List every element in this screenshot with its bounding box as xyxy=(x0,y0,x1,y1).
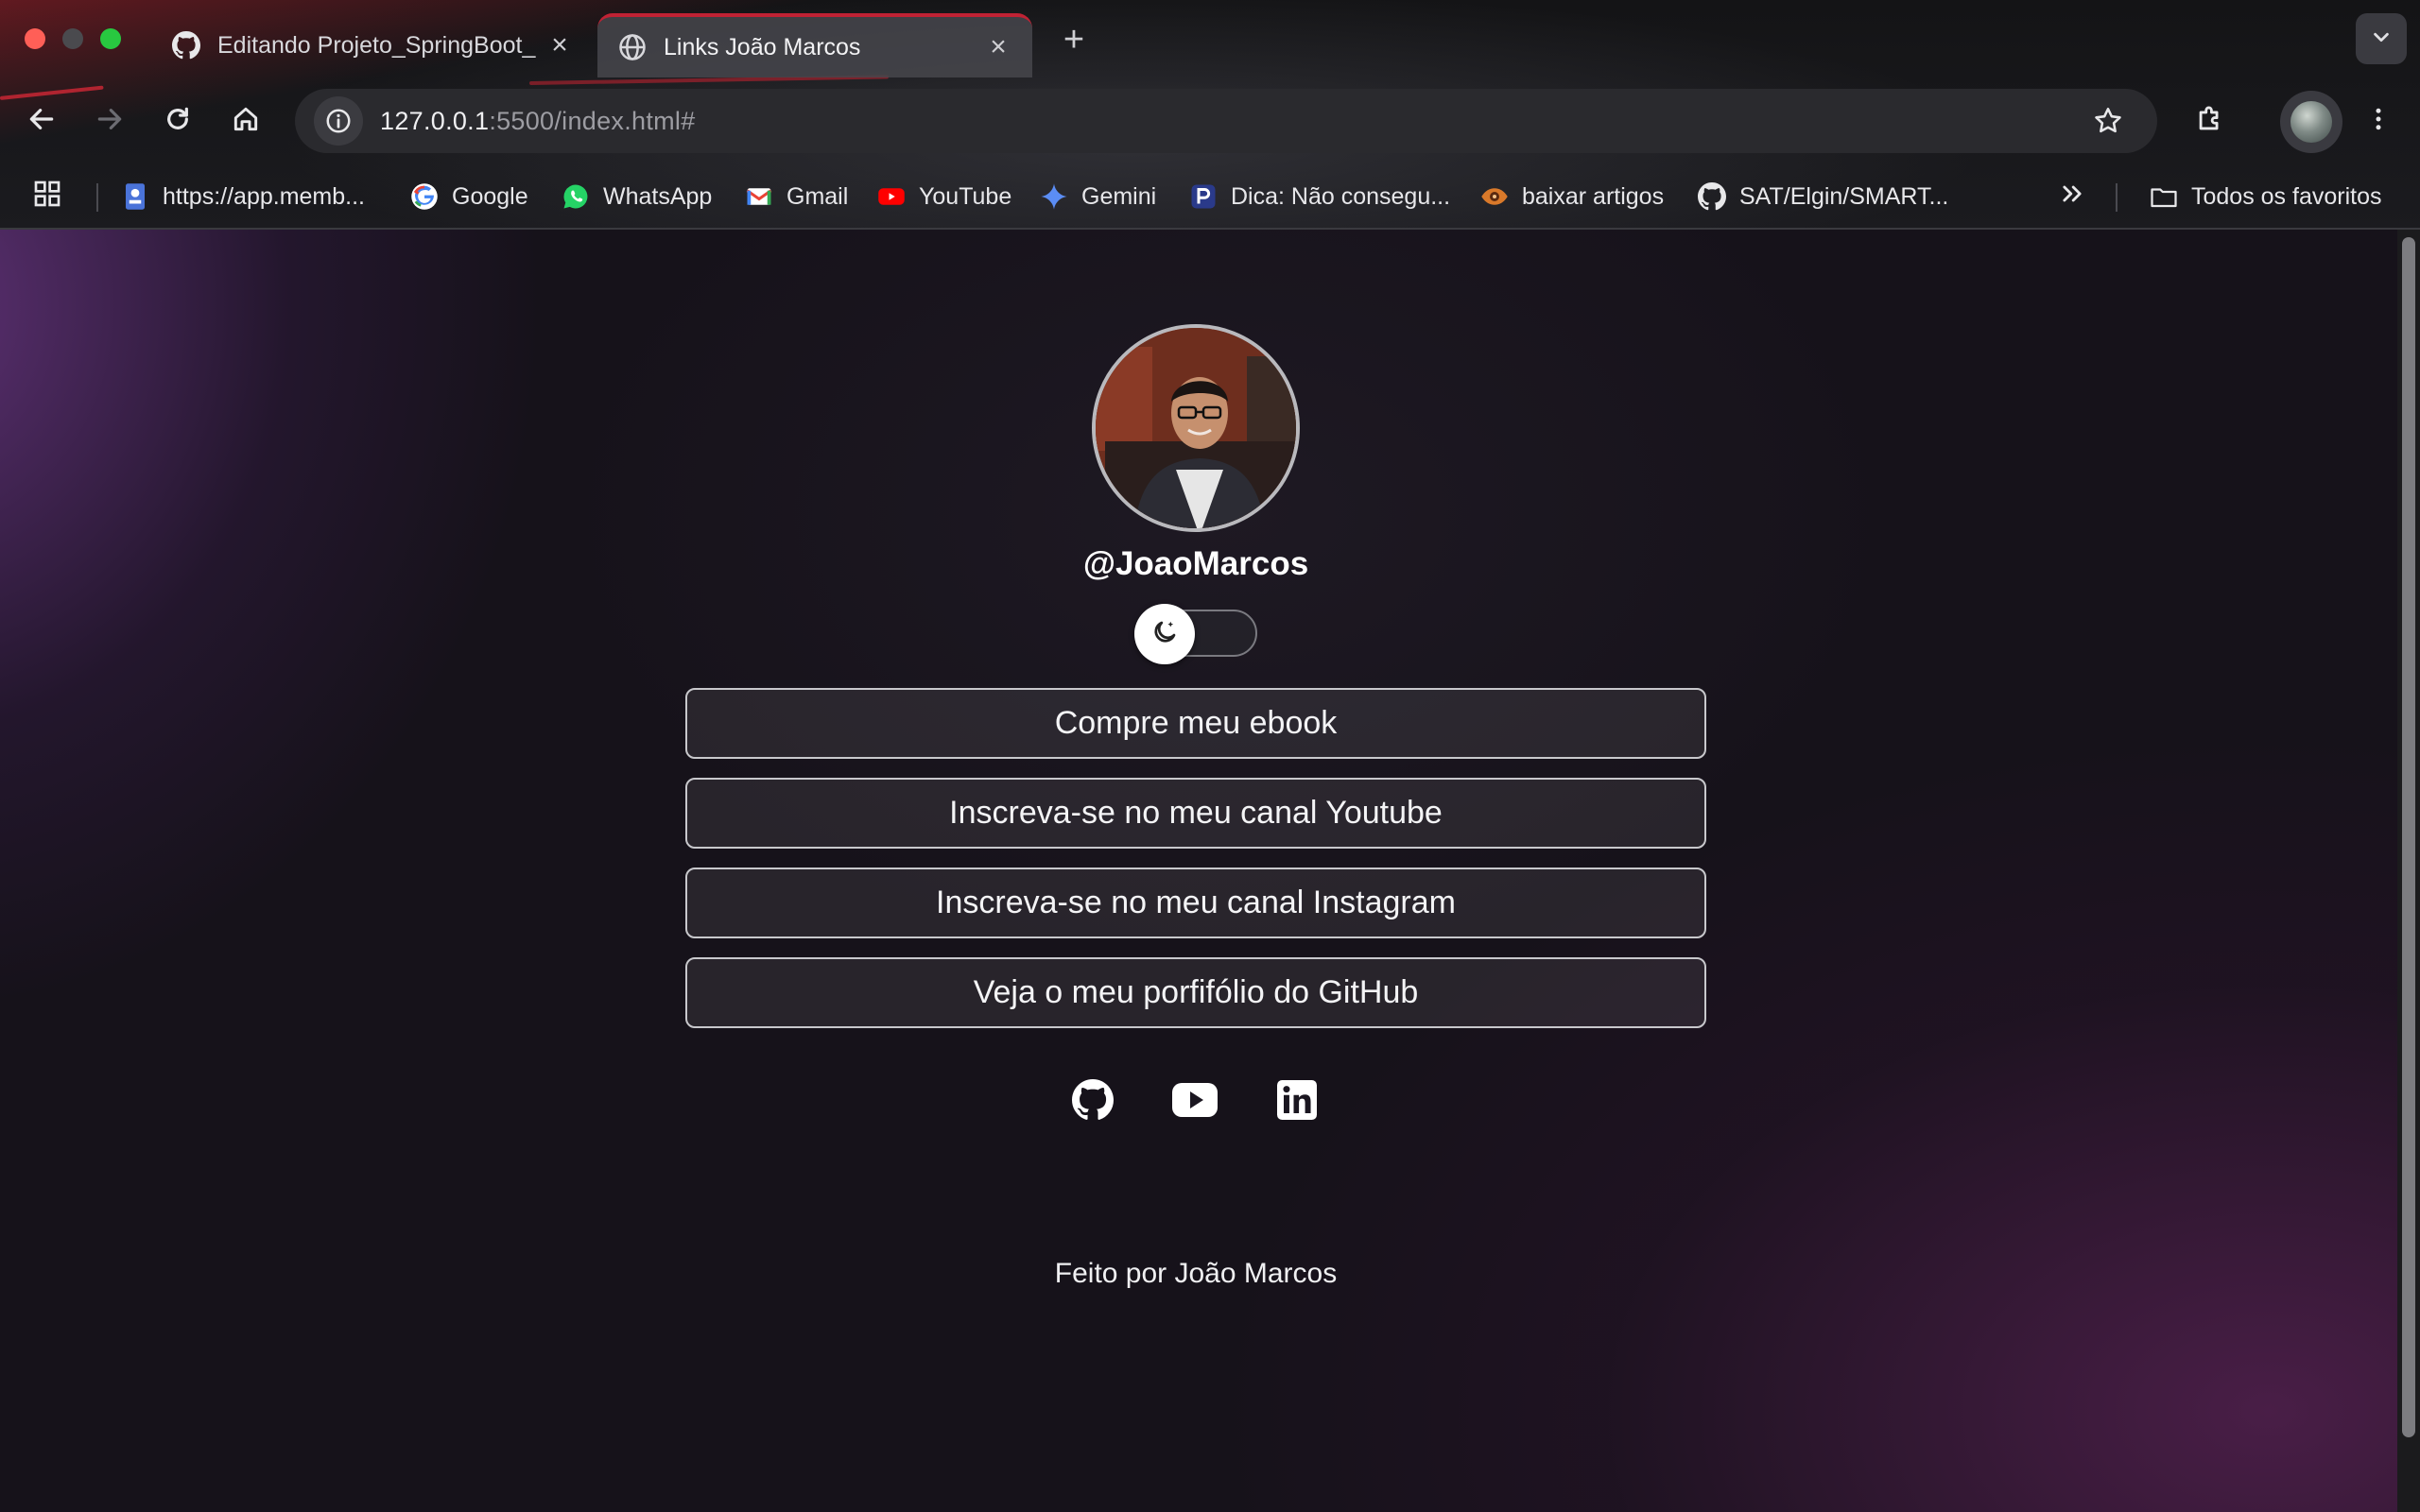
theme-toggle-knob[interactable] xyxy=(1134,604,1195,664)
youtube-icon xyxy=(877,182,906,211)
link-youtube-button[interactable]: Inscreva-se no meu canal Youtube xyxy=(685,778,1706,849)
navigation-bar: 127.0.0.1:5500/index.html# xyxy=(0,85,2420,157)
bookmark-page-icon xyxy=(121,182,149,211)
tab-bar: Editando Projeto_SpringBoot_ × Links Joã… xyxy=(0,0,2420,77)
bookmark-app-memb[interactable]: https://app.memb... xyxy=(121,178,365,215)
tab-close-icon[interactable]: × xyxy=(546,29,573,60)
whatsapp-icon xyxy=(562,182,590,211)
github-icon xyxy=(172,31,200,60)
page-content: @JoaoMarcos Compre meu ebook Inscreva-se… xyxy=(0,230,2420,1512)
bookmark-label: Gmail xyxy=(786,182,849,210)
github-icon[interactable] xyxy=(1066,1074,1119,1126)
bookmark-whatsapp[interactable]: WhatsApp xyxy=(562,178,712,215)
browser-menu-button[interactable] xyxy=(2354,96,2403,146)
profile-username: @JoaoMarcos xyxy=(1082,545,1309,582)
bookmark-youtube[interactable]: YouTube xyxy=(877,178,1011,215)
bookmark-label: baixar artigos xyxy=(1522,182,1665,210)
reload-button[interactable] xyxy=(153,96,202,146)
google-icon xyxy=(410,182,439,211)
folder-icon xyxy=(2150,182,2178,211)
bookmark-label: Google xyxy=(452,182,528,210)
gmail-icon xyxy=(745,182,773,211)
eye-icon xyxy=(1480,182,1509,211)
minimize-window-button[interactable] xyxy=(62,28,83,49)
back-button[interactable] xyxy=(17,96,66,146)
scrollbar-thumb[interactable] xyxy=(2402,237,2415,1437)
tab-close-icon[interactable]: × xyxy=(985,31,1011,62)
p-icon xyxy=(1189,182,1218,211)
apps-grid-icon xyxy=(32,179,62,215)
bookmarks-overflow-button[interactable] xyxy=(2059,178,2085,215)
linkedin-icon[interactable] xyxy=(1270,1074,1323,1126)
browser-chrome: Editando Projeto_SpringBoot_ × Links Joã… xyxy=(0,0,2420,230)
close-window-button[interactable] xyxy=(25,28,45,49)
bookmarks-bar: https://app.memb... Google WhatsApp Gmai… xyxy=(0,168,2420,225)
link-ebook-button[interactable]: Compre meu ebook xyxy=(685,688,1706,759)
theme-toggle-switch[interactable] xyxy=(1134,604,1257,664)
home-button[interactable] xyxy=(221,96,270,146)
url-text: 127.0.0.1:5500/index.html# xyxy=(380,107,696,136)
bookmark-label: Dica: Não consegu... xyxy=(1231,182,1451,210)
new-tab-button[interactable]: + xyxy=(1054,21,1094,60)
all-bookmarks-label: Todos os favoritos xyxy=(2191,182,2382,210)
moon-icon xyxy=(1150,618,1179,651)
bookmarks-divider xyxy=(2116,183,2118,212)
home-icon xyxy=(231,104,261,139)
gemini-icon xyxy=(1040,182,1068,211)
github-icon xyxy=(1698,182,1726,211)
bookmark-dica[interactable]: Dica: Não consegu... xyxy=(1189,178,1450,215)
bookmark-gmail[interactable]: Gmail xyxy=(745,178,848,215)
bookmark-label: Gemini xyxy=(1081,182,1157,210)
avatar xyxy=(2290,101,2332,143)
chevron-down-icon xyxy=(2371,26,2392,52)
arrow-right-icon xyxy=(95,104,125,139)
bookmark-label: YouTube xyxy=(919,182,1012,210)
forward-button[interactable] xyxy=(85,96,134,146)
tab-links-joao-marcos[interactable]: Links João Marcos × xyxy=(597,13,1032,77)
kebab-menu-icon xyxy=(2364,105,2393,138)
reload-icon xyxy=(163,104,193,139)
tab-editando-projeto[interactable]: Editando Projeto_SpringBoot_ × xyxy=(151,13,594,77)
bookmark-label: SAT/Elgin/SMART... xyxy=(1739,182,1949,210)
bookmark-label: https://app.memb... xyxy=(163,182,365,210)
all-bookmarks-button[interactable]: Todos os favoritos xyxy=(2150,178,2382,215)
globe-icon xyxy=(618,33,647,61)
url-path: :5500/index.html# xyxy=(489,106,696,135)
bookmark-gemini[interactable]: Gemini xyxy=(1040,178,1156,215)
apps-button[interactable] xyxy=(32,178,62,215)
youtube-icon[interactable] xyxy=(1168,1074,1221,1126)
tab-title: Links João Marcos xyxy=(664,33,861,60)
puzzle-icon xyxy=(2194,103,2226,140)
link-github-portfolio-button[interactable]: Veja o meu porfifólio do GitHub xyxy=(685,957,1706,1028)
bookmark-sat-elgin[interactable]: SAT/Elgin/SMART... xyxy=(1698,178,1948,215)
address-bar[interactable]: 127.0.0.1:5500/index.html# xyxy=(295,89,2157,153)
arrow-left-icon xyxy=(26,104,57,139)
maximize-window-button[interactable] xyxy=(100,28,121,49)
extensions-button[interactable] xyxy=(2186,96,2235,146)
site-info-icon[interactable] xyxy=(314,96,363,146)
bookmark-label: WhatsApp xyxy=(603,182,713,210)
bookmark-baixar-artigos[interactable]: baixar artigos xyxy=(1480,178,1664,215)
profile-photo xyxy=(1092,324,1300,532)
double-chevron-right-icon xyxy=(2059,180,2085,214)
profile-avatar-button[interactable] xyxy=(2280,91,2342,153)
link-instagram-button[interactable]: Inscreva-se no meu canal Instagram xyxy=(685,868,1706,938)
bookmark-star-icon[interactable] xyxy=(2087,100,2129,142)
bookmarks-divider xyxy=(96,183,98,212)
tab-search-button[interactable] xyxy=(2356,13,2407,64)
url-host: 127.0.0.1 xyxy=(380,106,490,135)
page-scrollbar[interactable] xyxy=(2397,230,2420,1512)
bookmark-google[interactable]: Google xyxy=(410,178,528,215)
tab-title: Editando Projeto_SpringBoot_ xyxy=(217,31,536,59)
footer-text: Feito por João Marcos xyxy=(1054,1258,1338,1289)
